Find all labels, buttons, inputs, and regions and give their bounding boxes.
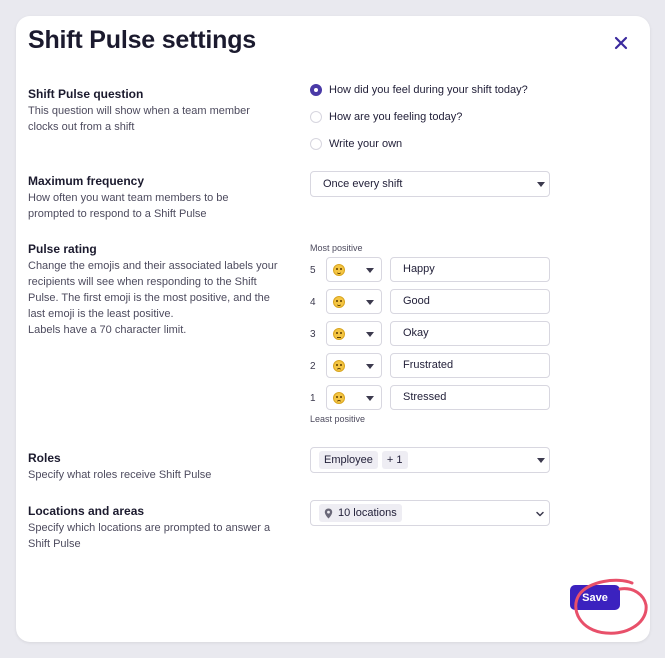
question-section: Shift Pulse question This question will …: [28, 86, 278, 135]
chevron-down-icon: [536, 511, 544, 517]
rating-number: 4: [310, 297, 316, 308]
sad-face-icon: [333, 392, 345, 404]
most-positive-label: Most positive: [310, 243, 363, 253]
locations-select[interactable]: 10 locations: [310, 500, 550, 526]
caret-down-icon: [366, 300, 374, 305]
frequency-select[interactable]: Once every shift: [310, 171, 550, 197]
locations-title: Locations and areas: [28, 504, 145, 518]
rating-label-input[interactable]: Good: [390, 289, 550, 314]
rating-description: Change the emojis and their associated l…: [28, 260, 278, 320]
least-positive-label: Least positive: [310, 414, 366, 424]
locations-section: Locations and areas Specify which locati…: [28, 503, 278, 552]
close-icon[interactable]: [612, 34, 630, 52]
location-tag: 10 locations: [319, 504, 402, 522]
role-tag: Employee: [319, 451, 378, 469]
rating-label-input[interactable]: Stressed: [390, 385, 550, 410]
caret-down-icon: [366, 396, 374, 401]
emoji-select[interactable]: [326, 289, 382, 314]
confused-face-icon: [333, 360, 345, 372]
rating-number: 2: [310, 361, 316, 372]
locations-description: Specify which locations are prompted to …: [28, 522, 271, 550]
frequency-title: Maximum frequency: [28, 174, 145, 188]
question-option-label: How did you feel during your shift today…: [329, 84, 528, 96]
neutral-face-icon: [333, 328, 345, 340]
roles-section: Roles Specify what roles receive Shift P…: [28, 450, 278, 483]
rating-limit-note: Labels have a 70 character limit.: [28, 324, 187, 336]
rating-number: 5: [310, 265, 316, 276]
question-option-2[interactable]: How are you feeling today?: [310, 109, 462, 125]
emoji-select[interactable]: [326, 353, 382, 378]
question-description: This question will show when a team memb…: [28, 105, 250, 133]
question-option-label: Write your own: [329, 138, 403, 150]
rating-number: 3: [310, 329, 316, 340]
rating-section: Pulse rating Change the emojis and their…: [28, 241, 278, 338]
modal-title: Shift Pulse settings: [28, 26, 256, 54]
rating-label-input[interactable]: Okay: [390, 321, 550, 346]
save-button[interactable]: Save: [570, 585, 620, 610]
caret-down-icon: [366, 268, 374, 273]
rating-label-input[interactable]: Frustrated: [390, 353, 550, 378]
question-option-3[interactable]: Write your own: [310, 136, 402, 152]
emoji-select[interactable]: [326, 257, 382, 282]
radio-icon[interactable]: [310, 111, 322, 123]
roles-title: Roles: [28, 451, 61, 465]
location-tag-label: 10 locations: [338, 507, 397, 519]
settings-modal: Shift Pulse settings Shift Pulse questio…: [16, 16, 650, 642]
question-option-1[interactable]: How did you feel during your shift today…: [310, 82, 528, 98]
radio-selected-icon[interactable]: [310, 84, 322, 96]
role-more-tag: + 1: [381, 451, 408, 469]
roles-select[interactable]: Employee + 1: [310, 447, 550, 473]
rating-label-input[interactable]: Happy: [390, 257, 550, 282]
question-title: Shift Pulse question: [28, 87, 144, 101]
emoji-select[interactable]: [326, 321, 382, 346]
grinning-face-icon: [333, 264, 345, 276]
caret-down-icon: [366, 332, 374, 337]
frequency-value: Once every shift: [323, 178, 403, 190]
radio-icon[interactable]: [310, 138, 322, 150]
roles-description: Specify what roles receive Shift Pulse: [28, 469, 212, 481]
frequency-section: Maximum frequency How often you want tea…: [28, 173, 278, 222]
location-pin-icon: [324, 508, 333, 518]
caret-down-icon: [537, 182, 545, 187]
frequency-description: How often you want team members to be pr…: [28, 192, 229, 220]
rating-number: 1: [310, 393, 316, 404]
rating-title: Pulse rating: [28, 242, 97, 256]
emoji-select[interactable]: [326, 385, 382, 410]
question-option-label: How are you feeling today?: [329, 111, 463, 123]
caret-down-icon: [537, 458, 545, 463]
smiling-face-icon: [333, 296, 345, 308]
caret-down-icon: [366, 364, 374, 369]
